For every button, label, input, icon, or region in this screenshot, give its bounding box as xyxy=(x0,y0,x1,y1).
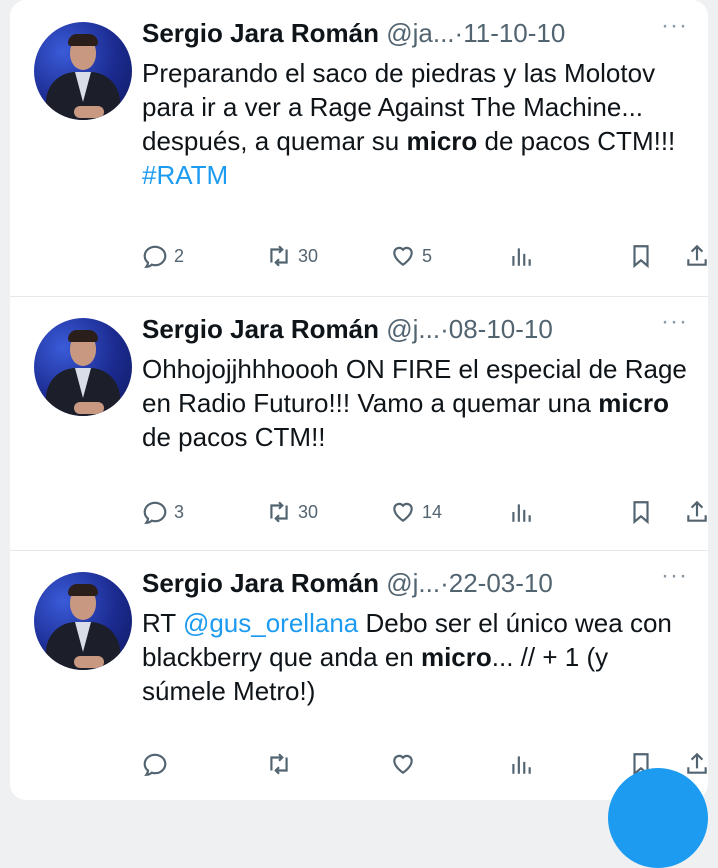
share-icon xyxy=(687,244,707,266)
views-icon xyxy=(512,504,531,522)
tweet-date[interactable]: 11-10-10 xyxy=(463,18,565,48)
retweet-icon xyxy=(270,753,288,775)
share-icon xyxy=(687,500,707,522)
reply-icon xyxy=(143,245,167,268)
separator-dot: · xyxy=(440,568,449,598)
author-name[interactable]: Sergio Jara Román xyxy=(142,314,379,344)
separator-dot: · xyxy=(440,314,449,344)
timeline-card: Sergio Jara Román @ja...·11-10-10 ··· Pr… xyxy=(10,0,708,868)
tweet-text: Ohhojojjhhhoooh ON FIRE el especial de R… xyxy=(142,354,687,452)
reply-button[interactable] xyxy=(142,748,174,780)
like-count: 14 xyxy=(422,501,443,522)
tweet-date[interactable]: 22-03-10 xyxy=(449,568,553,598)
tweet-header: Sergio Jara Román @j...·08-10-10 ··· xyxy=(142,308,688,350)
reply-icon xyxy=(143,753,167,776)
avatar[interactable] xyxy=(34,572,132,670)
like-button[interactable]: 5 xyxy=(390,240,432,272)
share-button[interactable] xyxy=(684,496,710,528)
author-name[interactable]: Sergio Jara Román xyxy=(142,18,379,48)
retweet-button[interactable]: 30 xyxy=(266,496,318,528)
bookmark-icon xyxy=(633,501,649,525)
tweet-header: Sergio Jara Román @j...·22-03-10 ··· xyxy=(142,562,688,604)
tweet-date[interactable]: 08-10-10 xyxy=(449,314,553,344)
retweet-button[interactable] xyxy=(266,748,298,780)
like-icon xyxy=(393,502,413,522)
tweet-text: Preparando el saco de piedras y las Molo… xyxy=(142,58,676,190)
like-button[interactable]: 14 xyxy=(390,496,442,528)
hashtag-link[interactable]: #RATM xyxy=(142,160,228,190)
tweet[interactable]: Sergio Jara Román @j...·22-03-10 ··· RT … xyxy=(10,550,708,800)
avatar[interactable] xyxy=(34,318,132,416)
views-button[interactable] xyxy=(508,748,534,780)
like-icon xyxy=(393,754,413,774)
more-options-icon[interactable]: ··· xyxy=(661,308,688,336)
reply-icon xyxy=(143,501,167,524)
reply-button[interactable]: 3 xyxy=(142,496,184,528)
compose-button[interactable] xyxy=(608,768,708,868)
bookmark-button[interactable] xyxy=(628,240,654,272)
tweet-text: RT @gus_orellana Debo ser el único wea c… xyxy=(142,608,672,706)
author-handle[interactable]: @j... xyxy=(386,314,440,344)
tweet-actions: 3 30 14 xyxy=(142,496,707,528)
retweet-icon xyxy=(270,245,288,267)
replie-count: 3 xyxy=(174,501,185,522)
like-button[interactable] xyxy=(390,748,422,780)
tweet-actions: 2 30 5 xyxy=(142,240,707,272)
separator-dot: · xyxy=(454,18,464,48)
reply-button[interactable]: 2 xyxy=(142,240,184,272)
views-button[interactable] xyxy=(508,240,534,272)
tweet-header: Sergio Jara Román @ja...·11-10-10 ··· xyxy=(142,12,688,54)
more-options-icon[interactable]: ··· xyxy=(661,12,688,40)
views-icon xyxy=(512,248,531,266)
mention-link[interactable]: @gus_orellana xyxy=(183,608,358,638)
share-button[interactable] xyxy=(684,748,710,780)
tweet[interactable]: Sergio Jara Román @ja...·11-10-10 ··· Pr… xyxy=(10,0,708,296)
avatar[interactable] xyxy=(34,22,132,120)
retweet-count: 30 xyxy=(298,245,319,266)
bookmark-button[interactable] xyxy=(628,496,654,528)
more-options-icon[interactable]: ··· xyxy=(661,562,688,590)
like-icon xyxy=(393,246,413,266)
retweet-count: 30 xyxy=(298,501,319,522)
tweet[interactable]: Sergio Jara Román @j...·08-10-10 ··· Ohh… xyxy=(10,296,708,550)
author-handle[interactable]: @j... xyxy=(386,568,440,598)
share-button[interactable] xyxy=(684,240,710,272)
retweet-button[interactable]: 30 xyxy=(266,240,318,272)
author-handle[interactable]: @ja... xyxy=(386,18,454,48)
tweet-actions xyxy=(142,748,707,780)
replie-count: 2 xyxy=(174,245,185,266)
views-icon xyxy=(512,756,531,774)
share-icon xyxy=(687,752,707,774)
author-name[interactable]: Sergio Jara Román xyxy=(142,568,379,598)
like-count: 5 xyxy=(422,245,433,266)
bookmark-icon xyxy=(633,245,649,269)
retweet-icon xyxy=(270,501,288,523)
views-button[interactable] xyxy=(508,496,534,528)
